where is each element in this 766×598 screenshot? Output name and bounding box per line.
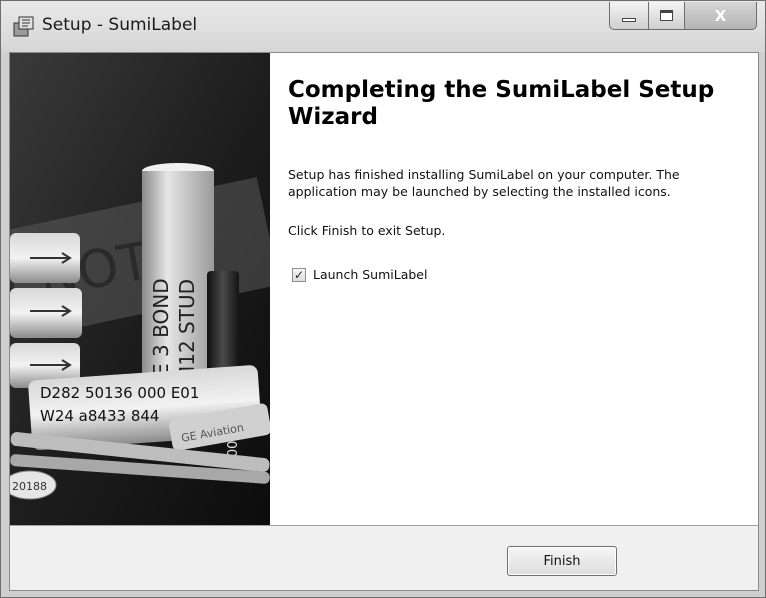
horiz-tube-text-1: D282 50136 000 E01: [40, 384, 199, 402]
wizard-content: Completing the SumiLabel Setup Wizard Se…: [270, 53, 758, 525]
finish-message: Setup has finished installing SumiLabel …: [288, 167, 680, 199]
window-controls: X: [609, 2, 759, 30]
page-title: Completing the SumiLabel Setup Wizard: [288, 77, 715, 130]
maximize-button[interactable]: [649, 2, 685, 30]
wizard-client-area: NOT PE 3 BOND M12 STUD K 12006-1800: [9, 52, 759, 591]
finish-button[interactable]: Finish: [507, 546, 617, 576]
setup-app-icon: [13, 16, 34, 37]
minimize-icon: [622, 17, 636, 22]
wizard-footer: Finish: [10, 526, 758, 590]
close-icon: X: [714, 6, 727, 25]
window-title: Setup - SumiLabel: [42, 15, 198, 35]
horiz-tube-text-2: W24 a8433 844: [40, 407, 159, 425]
launch-checkbox[interactable]: ✓: [292, 267, 306, 282]
tube-text-2: M12 STUD: [175, 279, 199, 383]
ring-text: 20188: [12, 480, 47, 493]
wizard-side-image: NOT PE 3 BOND M12 STUD K 12006-1800: [10, 53, 270, 525]
launch-checkbox-row[interactable]: ✓ Launch SumiLabel: [292, 267, 427, 282]
launch-checkbox-label[interactable]: Launch SumiLabel: [313, 267, 427, 282]
label-tubes-photo: NOT PE 3 BOND M12 STUD K 12006-1800: [10, 53, 270, 525]
minimize-button[interactable]: [609, 2, 649, 30]
setup-window: Setup - SumiLabel X NOT PE 3 BOND M12 ST…: [0, 0, 766, 598]
close-button[interactable]: X: [685, 2, 757, 30]
maximize-icon: [660, 10, 673, 21]
exit-instruction: Click Finish to exit Setup.: [288, 223, 446, 238]
title-bar[interactable]: Setup - SumiLabel X: [1, 1, 765, 52]
